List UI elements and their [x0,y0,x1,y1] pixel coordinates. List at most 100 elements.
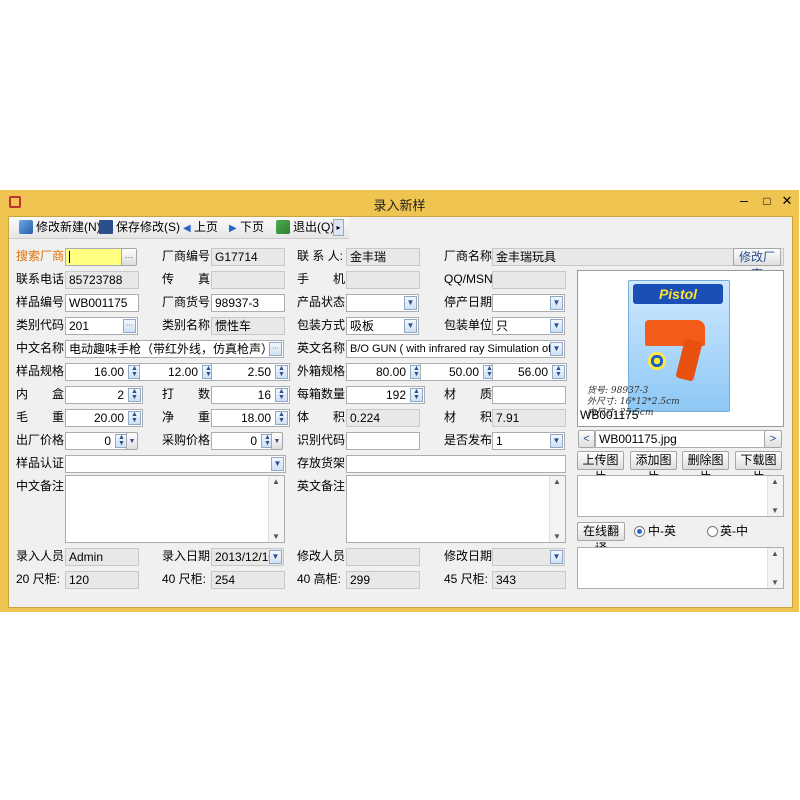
pack-spinner[interactable]: 16 ▲ ▼ [211,386,290,404]
fax-field[interactable] [211,271,285,289]
minimize-button[interactable]: – [735,192,753,210]
radio-en-cn[interactable] [707,526,718,537]
search-vendor-ellipsis-button[interactable]: ··· [121,248,137,266]
search-vendor-label: 搜索厂商: [16,249,68,263]
cuft-field[interactable]: 7.91 [492,409,566,427]
volume-field[interactable]: 0.224 [346,409,420,427]
category-name-field[interactable]: 惯性车 [211,317,285,335]
modify-date-label: 修改日期: [444,549,496,563]
cn-note-scrollbar[interactable]: ▲ ▼ [268,476,284,542]
product-status-label: 产品状态: [297,295,349,309]
sample-no-field[interactable]: WB001175 [65,294,139,312]
category-code-field[interactable]: 201 ··· [65,317,138,335]
net-weight-spinner[interactable]: 18.00 ▲ ▼ [211,409,290,427]
stop-date-picker[interactable]: ▼ [492,294,565,312]
prev-image-button[interactable]: < [578,430,595,448]
material-field[interactable] [492,386,566,404]
c40h-label: 40 高柜: [297,572,342,586]
upload-image-button[interactable]: 上传图片 [577,451,624,484]
id-code-label: 识别代码: [297,433,349,447]
contact-field[interactable]: 金丰瑞 [346,248,420,266]
online-translate-button[interactable]: 在线翻译 [577,522,625,555]
modify-date-picker[interactable]: ▼ [492,548,565,566]
prev-page-button[interactable]: ◀ 上页 [183,219,218,236]
purchase-price-spinner[interactable]: 0 ▲ ▼ [211,432,276,450]
spinner-arrows-icon[interactable]: ▲ ▼ [275,365,288,379]
c40-label: 40 尺柜: [162,572,207,586]
delete-image-button[interactable]: 删除图片 [682,451,729,484]
spinner-arrows-icon[interactable]: ▲ ▼ [275,411,288,425]
phone-field[interactable]: 85723788 [65,271,139,289]
gross-weight-spinner[interactable]: 20.00 ▲ ▼ [65,409,143,427]
inner-box-spinner[interactable]: 2 ▲ ▼ [65,386,143,404]
image-note-scrollbar[interactable]: ▲ ▼ [767,476,783,516]
c40h-field[interactable]: 299 [346,571,420,589]
spinner-arrows-icon[interactable]: ▲ ▼ [410,388,423,402]
per-box-spinner[interactable]: 192 ▲ ▼ [346,386,425,404]
vendor-no-field[interactable]: G17714 [211,248,285,266]
chevron-down-icon: ▼ [271,457,284,471]
cert-label: 样品认证: [16,456,68,470]
modify-user-field[interactable] [346,548,420,566]
translate-output-scrollbar[interactable]: ▲ ▼ [767,548,783,588]
save-button[interactable]: 保存修改(S) [99,219,180,236]
id-code-field[interactable] [346,432,420,450]
exit-button[interactable]: 退出(Q) [276,219,334,236]
qq-field[interactable] [492,271,566,289]
product-status-select[interactable]: ▼ [346,294,419,312]
cn-name-field[interactable]: 电动趣味手枪（带红外线，仿真枪声） ··· [65,340,284,358]
publish-select[interactable]: 1 ▼ [492,432,565,450]
close-button[interactable]: ✕ [778,192,796,210]
image-note-textarea[interactable]: ▲ ▼ [577,475,784,517]
spinner-arrows-icon[interactable]: ▲ ▼ [552,365,565,379]
en-note-scrollbar[interactable]: ▲ ▼ [549,476,565,542]
cert-select[interactable]: ▼ [65,455,286,473]
radio-en-cn-label: 英-中 [720,524,748,538]
c40-field[interactable]: 254 [211,571,285,589]
shelf-field[interactable] [346,455,566,473]
entry-date-picker[interactable]: 2013/12/10 ▼ [211,548,284,566]
spinner-arrows-icon[interactable]: ▲ ▼ [128,411,141,425]
ellipsis-icon[interactable]: ··· [123,319,136,333]
spec-length-spinner[interactable]: 16.00 ▲ ▼ [65,363,143,381]
package-unit-select[interactable]: 只 ▼ [492,317,565,335]
en-note-label: 英文备注: [297,479,349,493]
toolbar-overflow-icon[interactable]: ▸ [333,219,344,236]
radio-cn-en[interactable] [634,526,645,537]
edit-vendor-button[interactable]: 修改厂商 [733,248,781,281]
outer-length-spinner[interactable]: 80.00 ▲ ▼ [346,363,425,381]
chevron-down-icon: ▼ [550,550,563,564]
add-image-button[interactable]: 添加图片 [630,451,677,484]
next-page-button[interactable]: ▶ 下页 [229,219,264,236]
spinner-arrows-icon[interactable]: ▲ ▼ [128,388,141,402]
edit-new-icon [19,220,33,234]
cn-note-textarea[interactable]: ▲ ▼ [65,475,285,543]
purchase-price-dropdown[interactable]: ▼ [271,432,283,450]
spec-height-spinner[interactable]: 2.50 ▲ ▼ [211,363,290,381]
maximize-button[interactable]: □ [758,192,776,210]
mobile-field[interactable] [346,271,420,289]
entry-user-field[interactable]: Admin [65,548,139,566]
en-name-field[interactable]: B/O GUN ( with infrared ray Simulation o… [346,340,565,358]
en-note-textarea[interactable]: ▲ ▼ [346,475,566,543]
image-filename-field[interactable]: WB001175.jpg [595,430,765,448]
ellipsis-icon[interactable]: ··· [269,342,282,356]
outer-height-spinner[interactable]: 56.00 ▲ ▼ [492,363,567,381]
next-image-button[interactable]: > [764,430,782,448]
outer-width-spinner[interactable]: 50.00 ▲ ▼ [420,363,498,381]
translate-output-textarea[interactable]: ▲ ▼ [577,547,784,589]
factory-price-spinner[interactable]: 0 ▲ ▼ [65,432,130,450]
chevron-down-icon: ▼ [550,296,563,310]
c20-label: 20 尺柜: [16,572,61,586]
factory-price-dropdown[interactable]: ▼ [126,432,138,450]
search-vendor-input[interactable] [65,248,123,266]
c45-field[interactable]: 343 [492,571,566,589]
download-image-button[interactable]: 下载图片 [735,451,782,484]
spec-width-spinner[interactable]: 12.00 ▲ ▼ [139,363,217,381]
chevron-down-icon: ▼ [550,434,563,448]
vendor-item-field[interactable]: 98937-3 [211,294,285,312]
package-select[interactable]: 吸板 ▼ [346,317,419,335]
c20-field[interactable]: 120 [65,571,139,589]
spinner-arrows-icon[interactable]: ▲ ▼ [275,388,288,402]
edit-new-button[interactable]: 修改新建(N) [19,219,101,236]
